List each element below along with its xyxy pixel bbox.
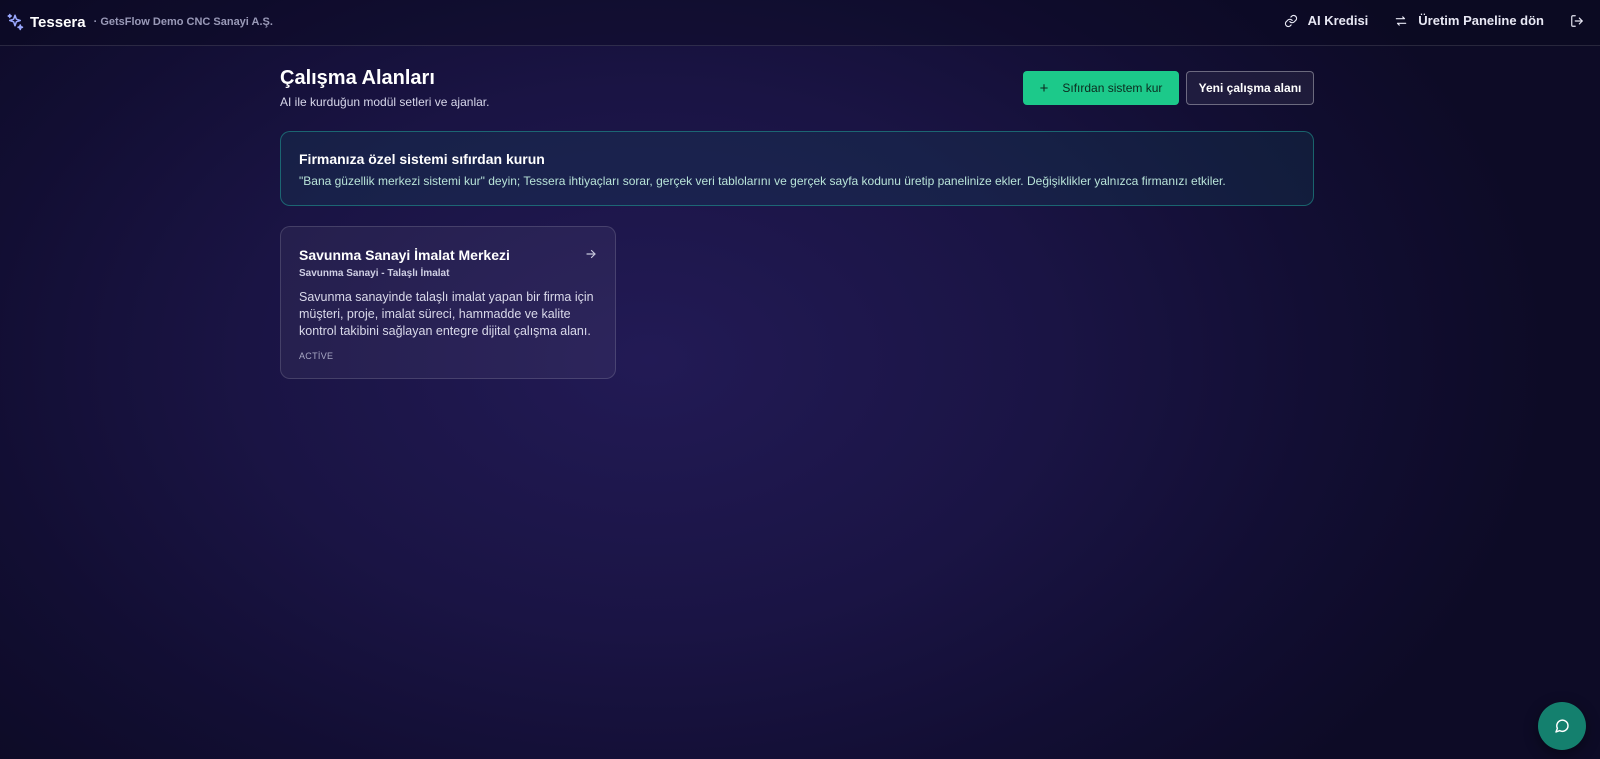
- arrow-right-icon: [586, 249, 596, 259]
- build-from-scratch-label: Sıfırdan sistem kur: [1062, 81, 1163, 95]
- brand[interactable]: Tessera · GetsFlow Demo CNC Sanayi A.Ş.: [6, 13, 273, 31]
- ai-credit-label: AI Kredisi: [1307, 13, 1369, 28]
- header-nav: AI Kredisi Üretim Paneline dön: [1258, 13, 1584, 28]
- chat-bubble-icon: [1555, 719, 1569, 733]
- back-to-panel-link[interactable]: Üretim Paneline dön: [1394, 13, 1544, 28]
- top-bar: Tessera · GetsFlow Demo CNC Sanayi A.Ş. …: [0, 0, 1600, 46]
- page-subtitle: AI ile kurduğun modül setleri ve ajanlar…: [280, 95, 490, 109]
- workspace-description: Savunma sanayinde talaşlı imalat yapan b…: [299, 290, 594, 338]
- page-title: Çalışma Alanları: [280, 67, 435, 89]
- sparkle-icon: [7, 13, 24, 31]
- workspace-status: ACTİVE: [299, 351, 334, 361]
- info-title: Firmanıza özel sistemi sıfırdan kurun: [299, 151, 545, 167]
- chat-button[interactable]: [1538, 702, 1586, 750]
- info-text: "Bana güzellik merkezi sistemi kur" deyi…: [299, 174, 1226, 188]
- plus-icon: +: [1039, 79, 1049, 97]
- build-from-scratch-button[interactable]: + Sıfırdan sistem kur: [1023, 71, 1179, 105]
- swap-arrows-icon: [1396, 15, 1407, 26]
- logout-button[interactable]: [1570, 14, 1584, 28]
- workspace-card[interactable]: Savunma Sanayi İmalat Merkezi Savunma Sa…: [280, 226, 616, 379]
- company-name: · GetsFlow Demo CNC Sanayi A.Ş.: [93, 16, 273, 28]
- back-to-panel-label: Üretim Paneline dön: [1418, 13, 1544, 28]
- brand-name: Tessera: [30, 13, 86, 31]
- logout-icon: [1571, 14, 1583, 27]
- ai-credit-link[interactable]: AI Kredisi: [1284, 13, 1369, 28]
- new-workspace-button[interactable]: Yeni çalışma alanı: [1186, 71, 1314, 105]
- workspace-title: Savunma Sanayi İmalat Merkezi: [299, 247, 510, 263]
- workspace-category: Savunma Sanayi - Talaşlı İmalat: [299, 268, 450, 279]
- link-icon: [1284, 14, 1297, 27]
- info-banner: Firmanıza özel sistemi sıfırdan kurun "B…: [280, 131, 1314, 206]
